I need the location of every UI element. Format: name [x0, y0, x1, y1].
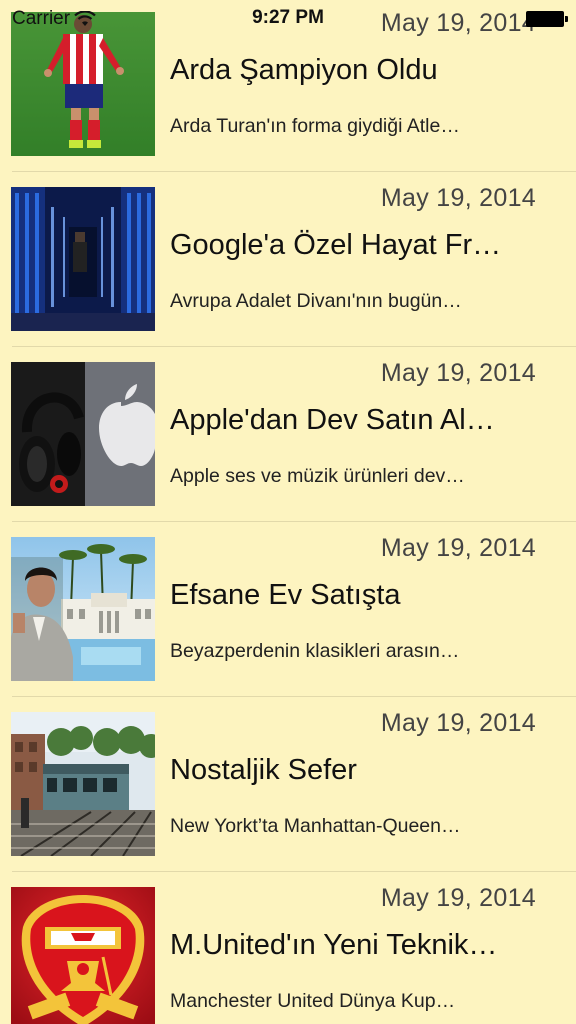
news-date: May 19, 2014: [380, 359, 536, 387]
news-summary: Manchester United Dünya Kup…: [170, 990, 456, 1012]
news-thumbnail: [11, 887, 155, 1024]
news-date: May 19, 2014: [380, 184, 536, 212]
news-title: Google'a Özel Hayat Fr…: [170, 229, 502, 261]
news-row[interactable]: May 19, 2014 Arda Şampiyon Oldu Arda Tur…: [0, 0, 576, 172]
data-center-photo: [11, 187, 155, 331]
news-date: May 19, 2014: [380, 709, 536, 737]
news-title: Efsane Ev Satışta: [170, 579, 401, 611]
news-date: May 19, 2014: [380, 884, 536, 912]
news-row[interactable]: May 19, 2014 Google'a Özel Hayat Fr… Avr…: [0, 172, 576, 347]
news-title: Arda Şampiyon Oldu: [170, 54, 438, 86]
football-player-photo: [11, 12, 155, 156]
news-title: Apple'dan Dev Satın Al…: [170, 404, 495, 436]
subway-train-photo: [11, 712, 155, 856]
news-row[interactable]: May 19, 2014 Efsane Ev Satışta Beyazperd…: [0, 522, 576, 697]
manchester-united-crest-photo: [11, 887, 155, 1024]
news-row[interactable]: May 19, 2014 Apple'dan Dev Satın Al… App…: [0, 347, 576, 522]
news-thumbnail: [11, 187, 155, 331]
news-summary: Avrupa Adalet Divanı'nın bugün…: [170, 290, 462, 312]
news-app-screen: Carrier 9:27 PM May 19, 2014 Arda Şampiy…: [0, 0, 576, 1024]
news-summary: Beyazperdenin klasikleri arasın…: [170, 640, 460, 662]
news-thumbnail: [11, 12, 155, 156]
news-row[interactable]: May 19, 2014 M.United'ın Yeni Teknik… Ma…: [0, 872, 576, 1024]
news-title: Nostaljik Sefer: [170, 754, 357, 786]
news-date: May 19, 2014: [380, 534, 536, 562]
news-row[interactable]: May 19, 2014 Nostaljik Sefer New Yorkt’t…: [0, 697, 576, 872]
headphones-apple-logo-photo: [11, 362, 155, 506]
news-thumbnail: [11, 712, 155, 856]
mansion-actor-photo: [11, 537, 155, 681]
news-date: May 19, 2014: [380, 9, 536, 37]
news-summary: New Yorkt’ta Manhattan-Queen…: [170, 815, 461, 837]
news-summary: Arda Turan'ın forma giydiği Atle…: [170, 115, 460, 137]
news-thumbnail: [11, 537, 155, 681]
news-thumbnail: [11, 362, 155, 506]
news-summary: Apple ses ve müzik ürünleri dev…: [170, 465, 465, 487]
news-title: M.United'ın Yeni Teknik…: [170, 929, 498, 961]
